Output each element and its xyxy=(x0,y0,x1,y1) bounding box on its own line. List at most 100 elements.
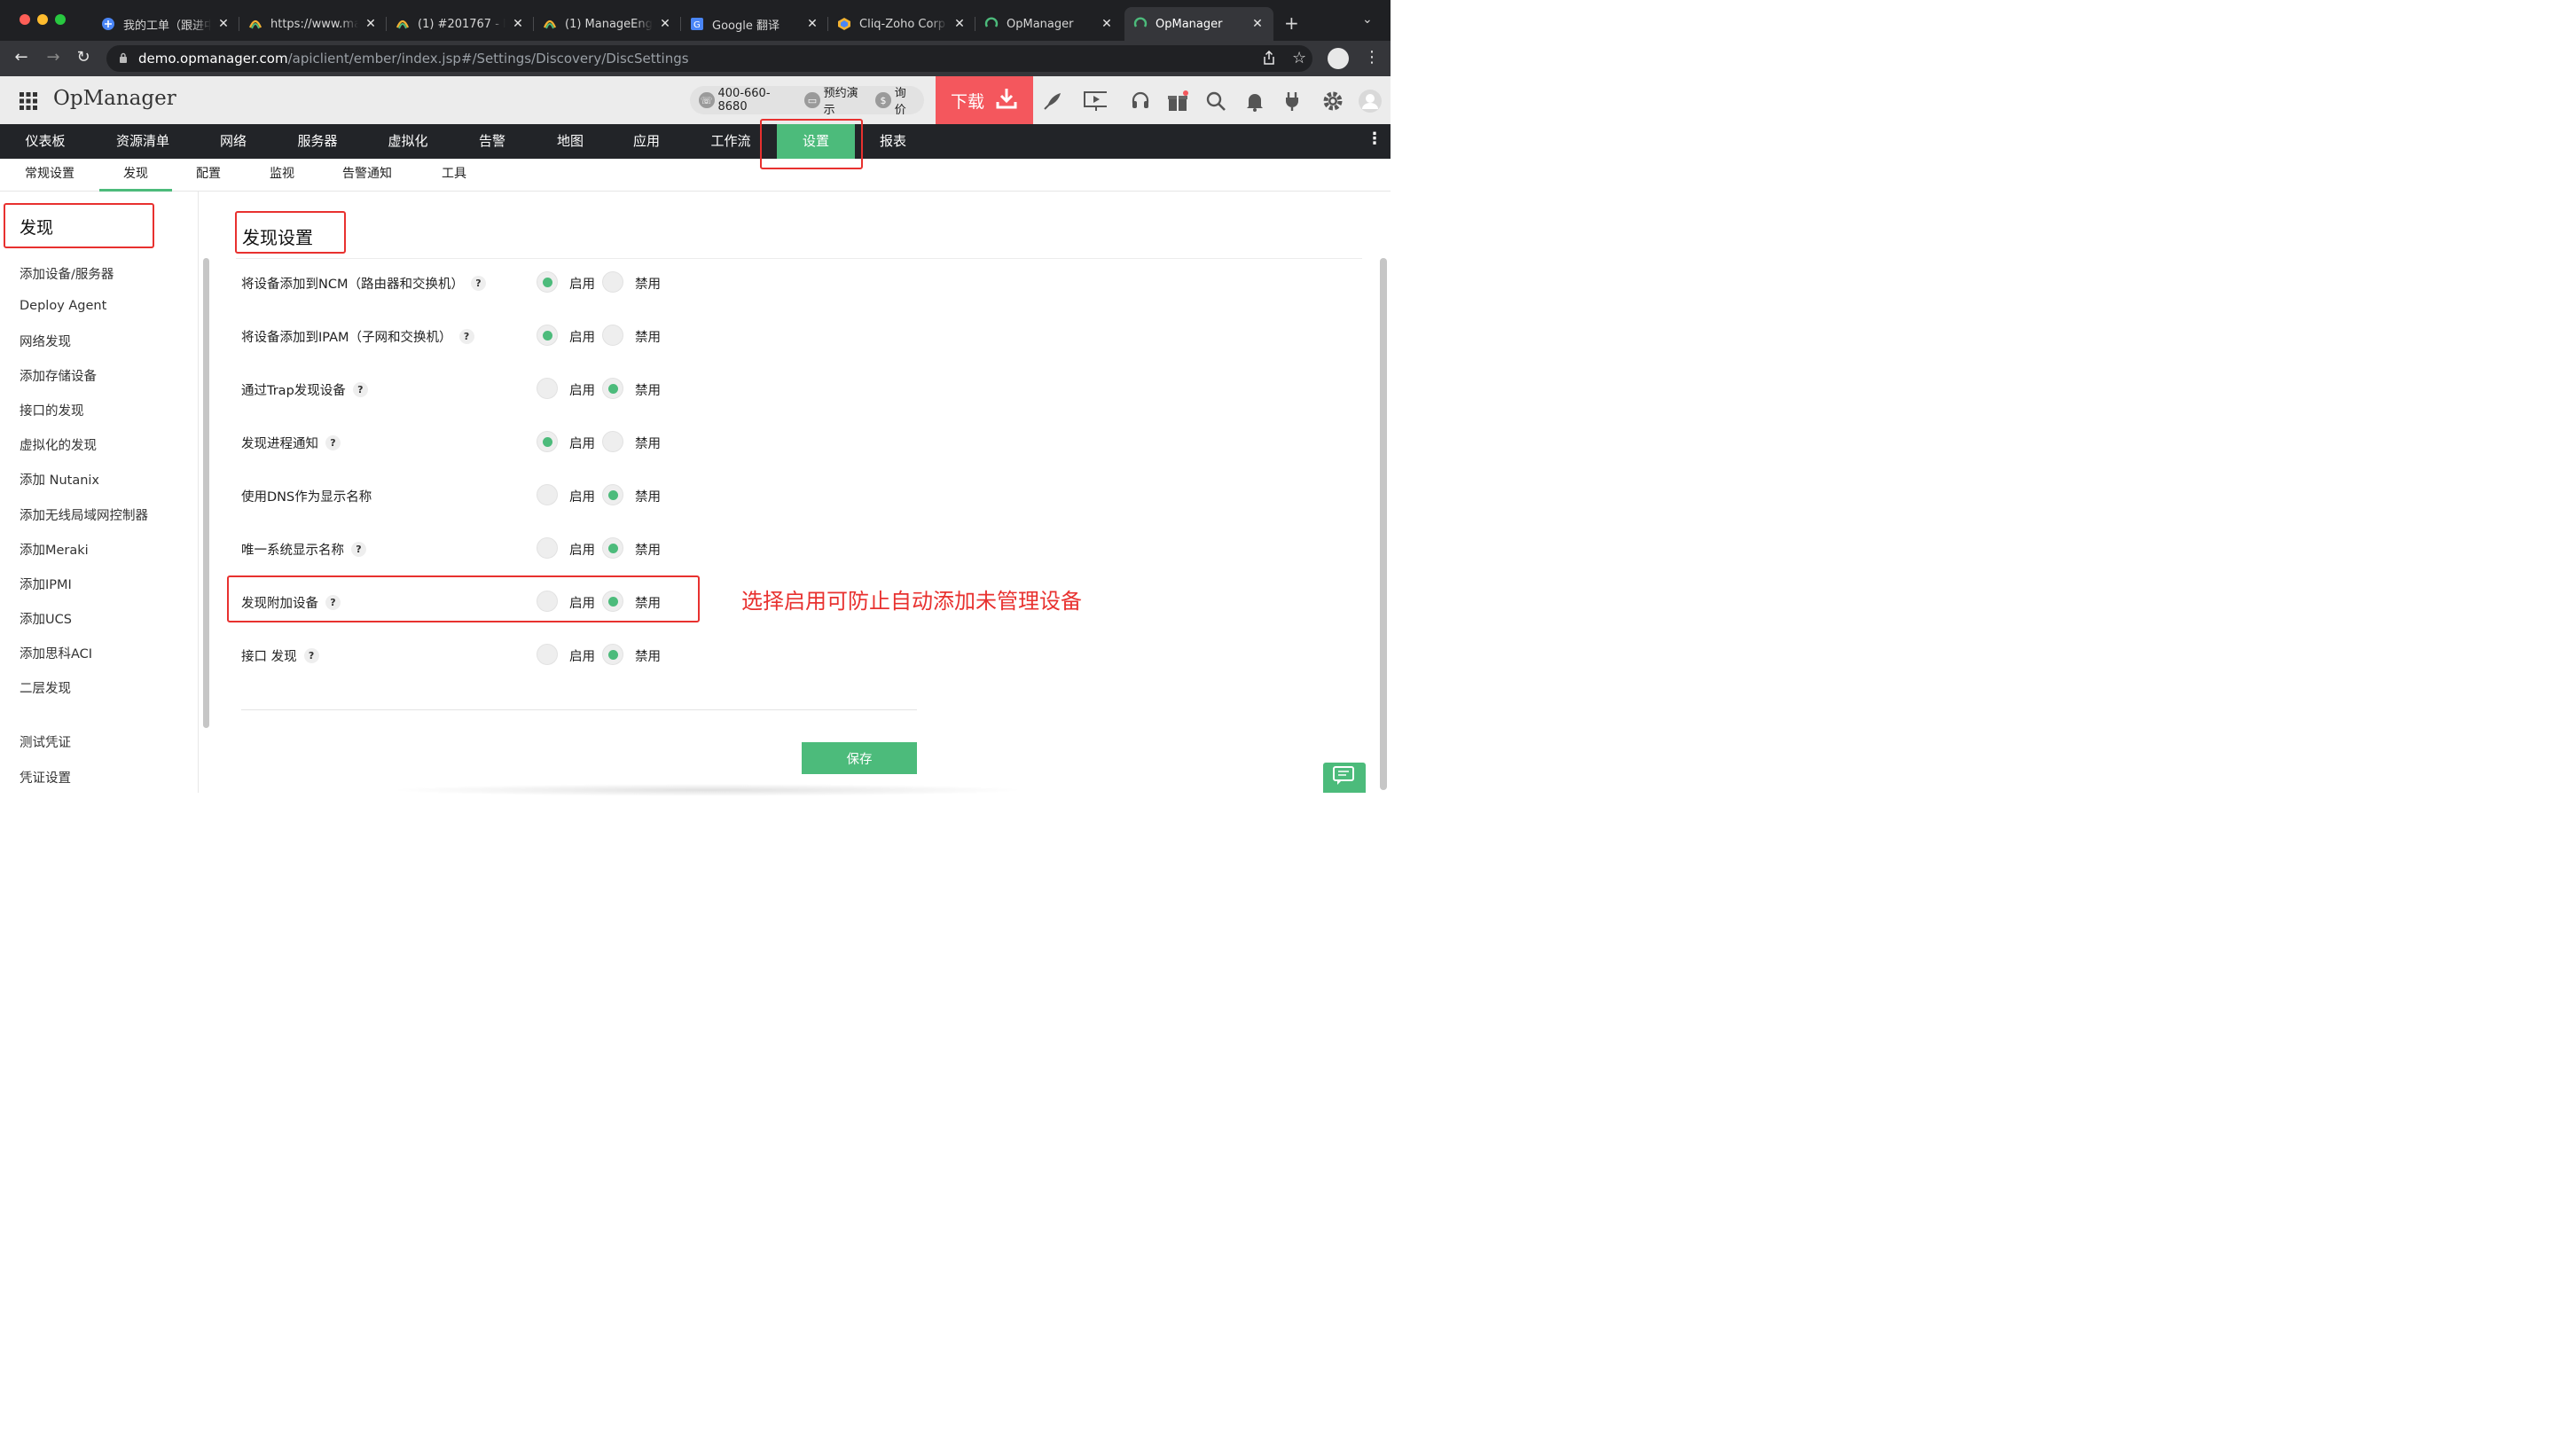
disable-radio[interactable] xyxy=(602,484,623,505)
demo-link[interactable]: ▭ 预约演示 xyxy=(804,83,868,117)
subnav-discovery[interactable]: 发现 xyxy=(99,159,172,192)
gift-icon[interactable] xyxy=(1166,90,1189,113)
browser-tab[interactable]: G Google 翻译 ✕ xyxy=(681,7,828,41)
nav-inventory[interactable]: 资源清单 xyxy=(105,124,181,159)
close-tab-icon[interactable]: ✕ xyxy=(511,17,525,31)
sidebar-item-network-discovery[interactable]: 网络发现 xyxy=(20,332,71,350)
close-tab-icon[interactable]: ✕ xyxy=(658,17,672,31)
user-avatar-icon[interactable] xyxy=(1359,90,1382,113)
download-button[interactable]: 下载 xyxy=(936,76,1033,124)
disable-label[interactable]: 禁用 xyxy=(635,434,661,452)
nav-alarms[interactable]: 告警 xyxy=(466,124,518,159)
enable-radio[interactable] xyxy=(537,537,558,559)
search-icon[interactable] xyxy=(1204,90,1227,113)
sidebar-item-add-wlc[interactable]: 添加无线局域网控制器 xyxy=(20,505,148,524)
close-window-button[interactable] xyxy=(20,14,30,25)
bookmark-star-icon[interactable]: ☆ xyxy=(1292,49,1306,67)
nav-dashboard[interactable]: 仪表板 xyxy=(12,124,78,159)
nav-network[interactable]: 网络 xyxy=(208,124,259,159)
sidebar-item-add-ucs[interactable]: 添加UCS xyxy=(20,609,72,628)
sidebar-item-add-meraki[interactable]: 添加Meraki xyxy=(20,540,89,559)
sidebar-scrollbar[interactable] xyxy=(203,258,209,728)
maximize-window-button[interactable] xyxy=(55,14,66,25)
disable-radio[interactable] xyxy=(602,431,623,452)
nav-apps[interactable]: 应用 xyxy=(621,124,672,159)
disable-label[interactable]: 禁用 xyxy=(635,380,661,399)
close-tab-icon[interactable]: ✕ xyxy=(1250,17,1265,31)
close-tab-icon[interactable]: ✕ xyxy=(364,17,378,31)
help-icon[interactable]: ? xyxy=(352,382,368,397)
enable-label[interactable]: 启用 xyxy=(569,434,595,452)
nav-workflow[interactable]: 工作流 xyxy=(699,124,763,159)
bell-icon[interactable] xyxy=(1243,90,1266,113)
disable-label[interactable]: 禁用 xyxy=(635,327,661,346)
pricing-link[interactable]: $ 询价 xyxy=(875,83,917,117)
browser-tab[interactable]: https://www.manageengine.cn ✕ xyxy=(239,7,387,41)
save-button[interactable]: 保存 xyxy=(802,742,917,774)
sidebar-item-deploy-agent[interactable]: Deploy Agent xyxy=(20,299,106,313)
help-icon[interactable]: ? xyxy=(351,542,366,557)
browser-tab-active[interactable]: OpManager ✕ xyxy=(1124,7,1273,41)
new-tab-button[interactable]: + xyxy=(1284,12,1299,34)
sidebar-item-add-nutanix[interactable]: 添加 Nutanix xyxy=(20,470,99,489)
minimize-window-button[interactable] xyxy=(37,14,48,25)
sidebar-item-virtualization-discovery[interactable]: 虚拟化的发现 xyxy=(20,435,97,454)
chevron-down-icon[interactable]: ⌄ xyxy=(1362,12,1373,27)
browser-tab[interactable]: 我的工单（跟进中） ✕ xyxy=(92,7,239,41)
back-arrow-icon[interactable]: ← xyxy=(11,48,32,67)
subnav-general-settings[interactable]: 常规设置 xyxy=(25,159,74,192)
nav-maps[interactable]: 地图 xyxy=(544,124,596,159)
content-scrollbar[interactable] xyxy=(1380,258,1387,790)
headset-icon[interactable] xyxy=(1129,90,1152,113)
enable-radio[interactable] xyxy=(537,378,558,399)
profile-avatar[interactable] xyxy=(1328,48,1349,69)
enable-radio[interactable] xyxy=(537,325,558,346)
subnav-tools[interactable]: 工具 xyxy=(442,159,466,192)
nav-reports[interactable]: 报表 xyxy=(867,124,919,159)
enable-label[interactable]: 启用 xyxy=(569,646,595,665)
close-tab-icon[interactable]: ✕ xyxy=(805,17,819,31)
gear-icon[interactable] xyxy=(1321,90,1344,113)
sidebar-item-add-ipmi[interactable]: 添加IPMI xyxy=(20,575,72,593)
subnav-alarm-notification[interactable]: 告警通知 xyxy=(342,159,392,192)
disable-radio[interactable] xyxy=(602,378,623,399)
enable-label[interactable]: 启用 xyxy=(569,380,595,399)
sidebar-item-interface-discovery[interactable]: 接口的发现 xyxy=(20,401,84,419)
sidebar-item-test-credentials[interactable]: 测试凭证 xyxy=(20,732,71,751)
sidebar-item-add-cisco-aci[interactable]: 添加思科ACI xyxy=(20,644,92,662)
enable-radio[interactable] xyxy=(537,644,558,665)
rocket-icon[interactable] xyxy=(1041,90,1064,113)
enable-label[interactable]: 启用 xyxy=(569,327,595,346)
browser-menu-icon[interactable]: ⋮ xyxy=(1364,48,1380,67)
help-icon[interactable]: ? xyxy=(325,435,341,450)
close-tab-icon[interactable]: ✕ xyxy=(216,17,231,31)
help-icon[interactable]: ? xyxy=(458,329,474,344)
phone-link[interactable]: ☏ 400-660-8680 xyxy=(699,87,797,114)
disable-radio[interactable] xyxy=(602,325,623,346)
more-menu-icon[interactable]: ⋮ xyxy=(1366,129,1383,148)
subnav-configuration[interactable]: 配置 xyxy=(196,159,221,192)
disable-label[interactable]: 禁用 xyxy=(635,646,661,665)
forward-arrow-icon[interactable]: → xyxy=(43,48,64,67)
sidebar-item-layer2-discovery[interactable]: 二层发现 xyxy=(20,678,71,697)
help-icon[interactable]: ? xyxy=(470,276,486,291)
browser-tab[interactable]: OpManager ✕ xyxy=(975,7,1123,41)
sidebar-item-add-device[interactable]: 添加设备/服务器 xyxy=(20,264,114,283)
chat-button[interactable] xyxy=(1323,763,1366,793)
disable-radio[interactable] xyxy=(602,537,623,559)
close-tab-icon[interactable]: ✕ xyxy=(1100,17,1114,31)
disable-radio[interactable] xyxy=(602,644,623,665)
app-grid-icon[interactable] xyxy=(20,92,37,114)
reload-icon[interactable]: ↻ xyxy=(73,48,94,67)
url-field[interactable]: demo.opmanager.com/apiclient/ember/index… xyxy=(106,45,1312,72)
nav-virtualization[interactable]: 虚拟化 xyxy=(376,124,440,159)
sidebar-item-add-storage[interactable]: 添加存储设备 xyxy=(20,366,97,385)
share-icon[interactable] xyxy=(1263,50,1275,68)
disable-label[interactable]: 禁用 xyxy=(635,274,661,293)
subnav-monitoring[interactable]: 监视 xyxy=(270,159,294,192)
disable-radio[interactable] xyxy=(602,271,623,293)
browser-tab[interactable]: Cliq-Zoho Corp ✕ xyxy=(828,7,975,41)
disable-label[interactable]: 禁用 xyxy=(635,487,661,505)
plug-icon[interactable] xyxy=(1281,90,1304,113)
disable-label[interactable]: 禁用 xyxy=(635,540,661,559)
